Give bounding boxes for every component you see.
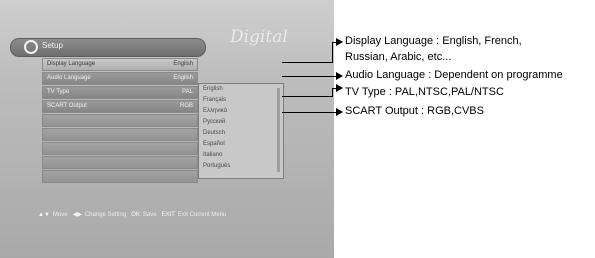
setup-menu: Display Language English Audio Language … [42, 58, 198, 184]
arrow-head-icon [336, 84, 343, 92]
callout-line-tv-type-v [332, 88, 333, 97]
callout-line-display [282, 62, 332, 63]
dropdown-option[interactable]: Ελληνικά [199, 106, 283, 117]
setup-title: Setup [42, 41, 63, 50]
legend-exit: Exit Current Menu [177, 212, 227, 218]
menu-row-empty [42, 114, 198, 127]
menu-row-value: English [173, 61, 193, 67]
dropdown-option[interactable]: Italiano [199, 150, 283, 161]
annotation-display-language-2: Russian, Arabic, etc... [345, 51, 452, 63]
callout-line-display-v [332, 42, 333, 63]
menu-row-label: Display Language [47, 61, 96, 67]
annotation-tv-type: TV Type : PAL,NTSC,PAL/NTSC [345, 86, 504, 98]
menu-row-value: English [173, 75, 193, 81]
dropdown-scrollbar[interactable] [277, 88, 280, 172]
language-dropdown[interactable]: English Français Ελληνικά Русский Deutsc… [198, 83, 284, 179]
menu-row-audio-language[interactable]: Audio Language English [42, 72, 198, 85]
change-key-icon: ◀▶ [72, 212, 82, 218]
menu-row-display-language[interactable]: Display Language English [42, 58, 198, 71]
move-key-icon: ▲▼ [38, 212, 50, 218]
dropdown-option[interactable]: Português [199, 161, 283, 172]
annotation-display-language-1: Display Language : English, French, [345, 35, 522, 47]
dropdown-option[interactable]: Русский [199, 117, 283, 128]
legend-save: Save [142, 212, 157, 218]
callout-line-audio [282, 76, 336, 77]
menu-row-scart-output[interactable]: SCART Output RGB [42, 100, 198, 113]
menu-row-tv-type[interactable]: TV Type PAL [42, 86, 198, 99]
annotation-audio-language: Audio Language : Dependent on programme [345, 69, 563, 81]
ok-key-icon: OK [131, 212, 140, 218]
menu-row-label: Audio Language [47, 75, 91, 81]
exit-key-icon: EXIT [161, 212, 175, 218]
arrow-head-icon [336, 72, 343, 80]
key-legend: ▲▼ Move ◀▶ Change Setting OK Save EXIT Exit … [38, 211, 226, 218]
annotation-scart-output: SCART Output : RGB,CVBS [345, 105, 484, 117]
legend-move: Move [52, 212, 68, 218]
callout-line-tv-type [282, 96, 332, 97]
menu-row-value: PAL [182, 89, 193, 95]
setup-icon [24, 40, 38, 54]
menu-row-empty [42, 156, 198, 169]
dropdown-option[interactable]: Español [199, 139, 283, 150]
dropdown-option[interactable]: Français [199, 95, 283, 106]
legend-change-setting: Change Setting [84, 212, 127, 218]
menu-row-value: RGB [179, 103, 193, 109]
tv-screen: Digital Setup Display Language English A… [0, 0, 334, 258]
menu-row-label: TV Type [47, 89, 70, 95]
callout-line-scart [282, 112, 336, 113]
dropdown-option[interactable]: English [199, 84, 283, 95]
menu-row-empty [42, 128, 198, 141]
dropdown-option[interactable]: Deutsch [199, 128, 283, 139]
arrow-head-icon [336, 108, 343, 116]
menu-row-label: SCART Output [47, 103, 87, 109]
menu-row-empty [42, 170, 198, 183]
setup-title-bar [10, 38, 206, 57]
arrow-head-icon [336, 38, 343, 46]
menu-row-empty [42, 142, 198, 155]
brand-logo: Digital [230, 27, 288, 47]
